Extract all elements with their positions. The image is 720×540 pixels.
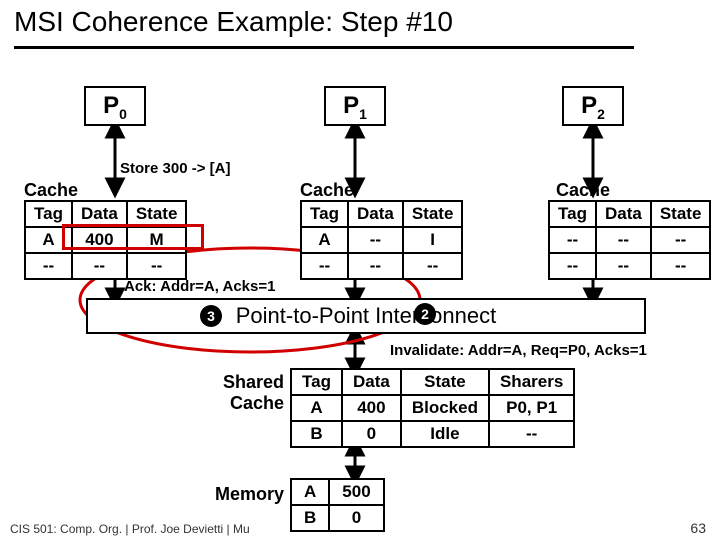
cache-table-p2: TagDataState ------ ------ (548, 200, 711, 280)
memory-label: Memory (204, 484, 284, 505)
title-rule (14, 46, 634, 49)
cache-label-p1: Cache (300, 180, 354, 201)
proc-p1: P1 (324, 86, 386, 126)
cache-label-p2: Cache (556, 180, 610, 201)
memory-table: A500 B0 (290, 478, 385, 532)
proc-p2: P2 (562, 86, 624, 126)
page-number: 63 (690, 520, 706, 536)
shared-cache-table: TagDataStateSharers A400BlockedP0, P1 B0… (290, 368, 575, 448)
footer-text: CIS 501: Comp. Org. | Prof. Joe Devietti… (10, 522, 250, 536)
cache-table-p1: TagDataState A--I ------ (300, 200, 463, 280)
interconnect-box: Point-to-Point Interconnect (86, 298, 646, 334)
invalidate-label: Invalidate: Addr=A, Req=P0, Acks=1 (390, 342, 647, 359)
cache-table-p0: TagDataState A400M ------ (24, 200, 187, 280)
proc-p0: P0 (84, 86, 146, 126)
cache-label-p0: Cache (24, 180, 78, 201)
step-circle-2: 2 (414, 303, 436, 325)
step-circle-3: 3 (200, 305, 222, 327)
ack-label: Ack: Addr=A, Acks=1 (124, 278, 275, 295)
store-label: Store 300 -> [A] (120, 160, 230, 177)
page-title: MSI Coherence Example: Step #10 (14, 6, 453, 38)
shared-cache-label: SharedCache (204, 372, 284, 414)
